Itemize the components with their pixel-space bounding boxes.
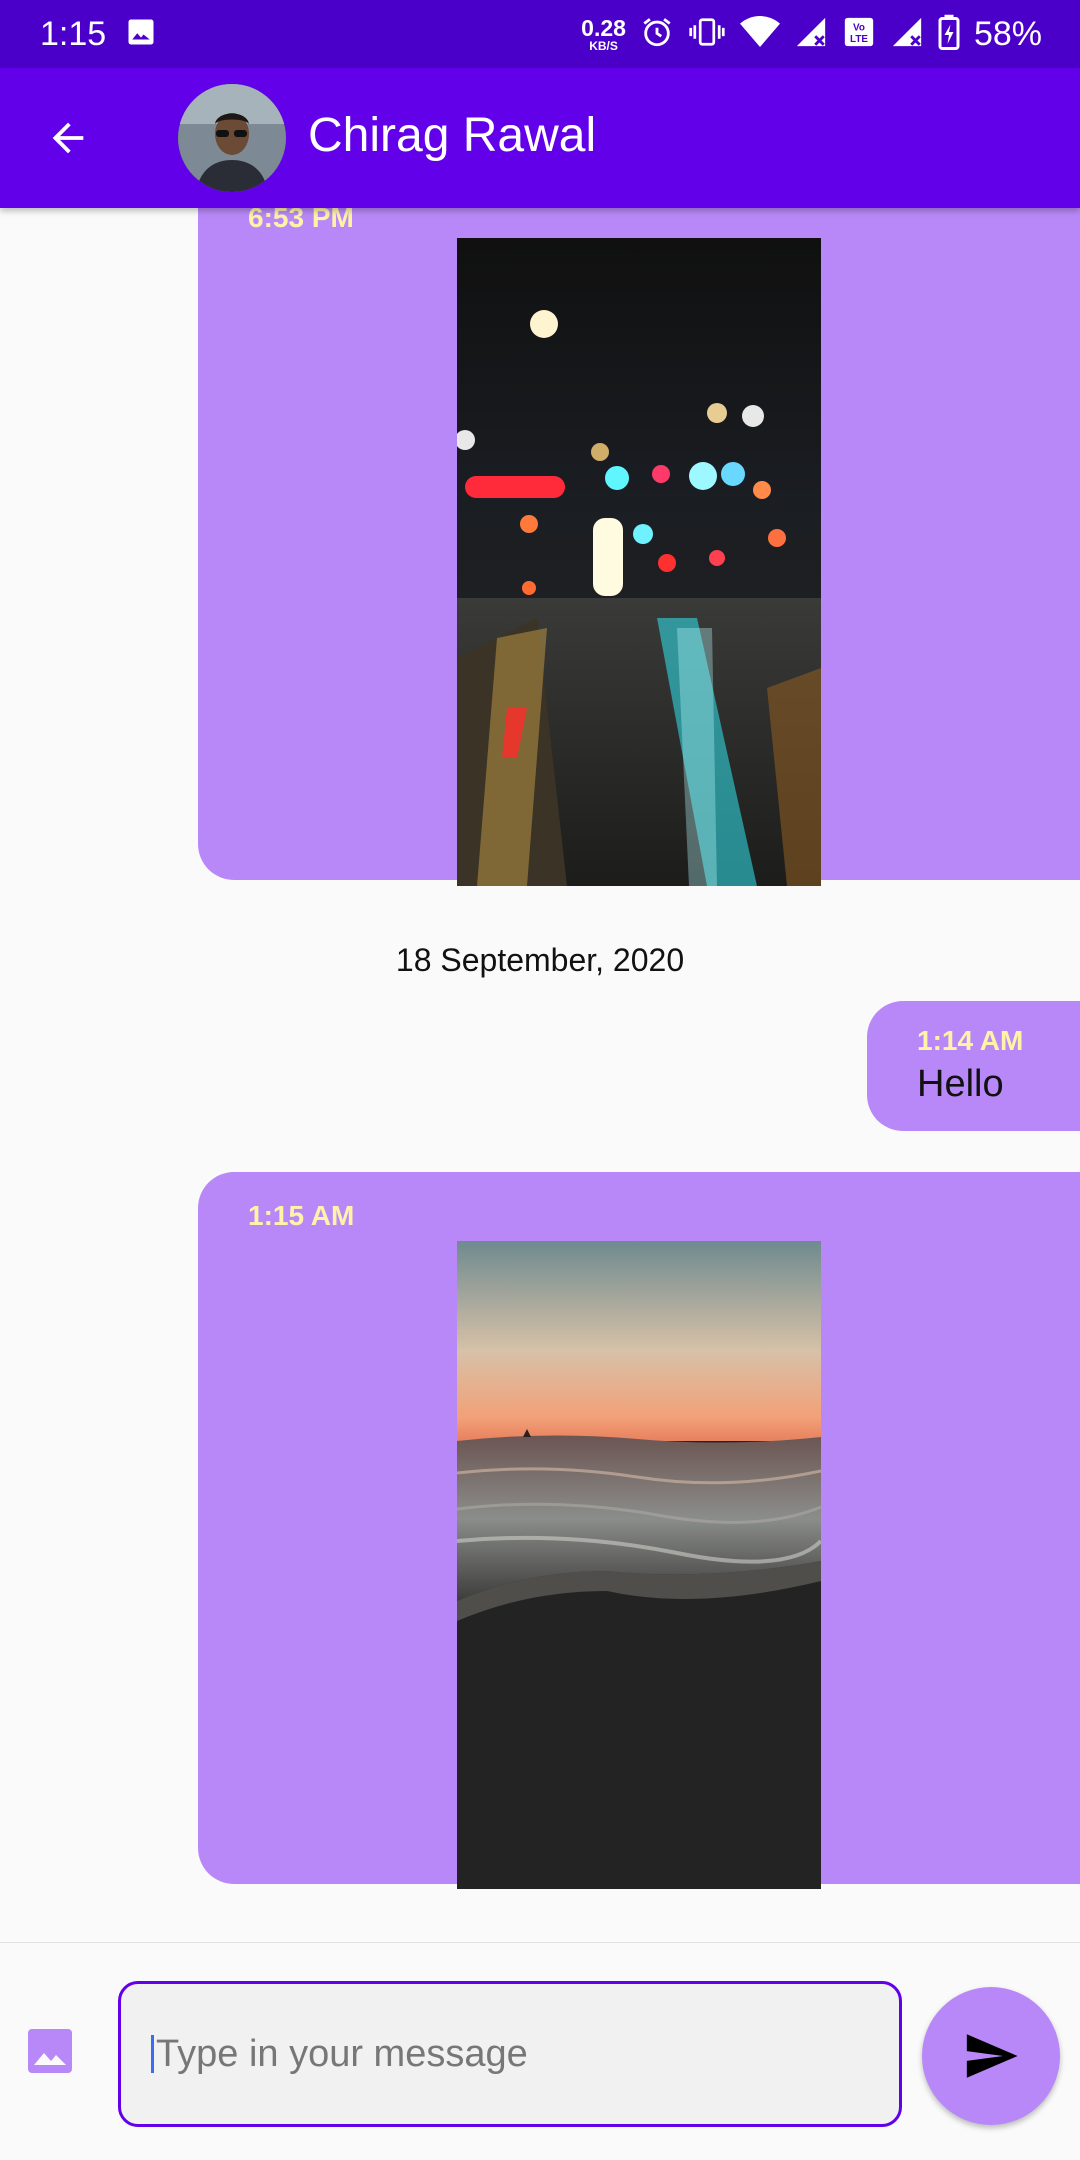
gallery-icon — [126, 17, 156, 52]
contact-name[interactable]: Chirag Rawal — [308, 108, 596, 163]
gallery-button[interactable] — [26, 2027, 74, 2075]
svg-text:Vo: Vo — [853, 22, 865, 33]
message-input-placeholder: Type in your message — [156, 2032, 528, 2075]
alarm-icon — [640, 15, 674, 54]
app-bar: Chirag Rawal — [0, 68, 1080, 208]
status-bar: 1:15 0.28 KB/S Vo LTE 58% — [0, 0, 1080, 68]
signal-icon — [794, 15, 828, 54]
message-input[interactable]: Type in your message — [118, 1981, 902, 2127]
volte-icon: Vo LTE — [842, 15, 876, 54]
status-time: 1:15 — [40, 14, 107, 53]
vibrate-icon — [688, 15, 726, 54]
avatar[interactable] — [178, 84, 286, 192]
message-bubble-image[interactable]: 6:53 PM — [198, 208, 1080, 886]
message-bubble-text[interactable]: 1:14 AM Hello — [867, 1001, 1080, 1131]
message-time: 1:15 AM — [248, 1200, 355, 1231]
send-button[interactable] — [922, 1987, 1060, 2125]
battery-charging-icon — [938, 14, 960, 55]
signal-icon — [890, 15, 924, 54]
net-speed: 0.28 KB/S — [581, 14, 626, 53]
message-time: 6:53 PM — [248, 208, 354, 233]
battery-percent: 58% — [973, 14, 1042, 53]
message-bubble-image[interactable]: 1:15 AM — [198, 1172, 1080, 1889]
ocean-sunset-wave-photo[interactable] — [457, 1241, 821, 1889]
message-time: 1:14 AM — [917, 1025, 1024, 1056]
arrow-back-icon — [52, 122, 84, 154]
back-button[interactable] — [38, 112, 98, 164]
text-cursor — [151, 2035, 154, 2073]
night-street-bokeh-photo[interactable] — [457, 238, 821, 886]
message-composer: Type in your message — [0, 1942, 1080, 2160]
date-separator: 18 September, 2020 — [395, 942, 685, 978]
svg-text:LTE: LTE — [850, 33, 868, 44]
wifi-icon — [739, 15, 780, 54]
send-icon — [966, 2034, 1018, 2078]
message-list[interactable]: 6:53 PM 18 September, 2020 1:14 AM Hello… — [0, 208, 1080, 1942]
message-text: Hello — [917, 1063, 1004, 1105]
chat-screen: 1:15 0.28 KB/S Vo LTE 58% Chirag Rawal 6… — [0, 0, 1080, 2160]
image-icon — [28, 2029, 72, 2073]
